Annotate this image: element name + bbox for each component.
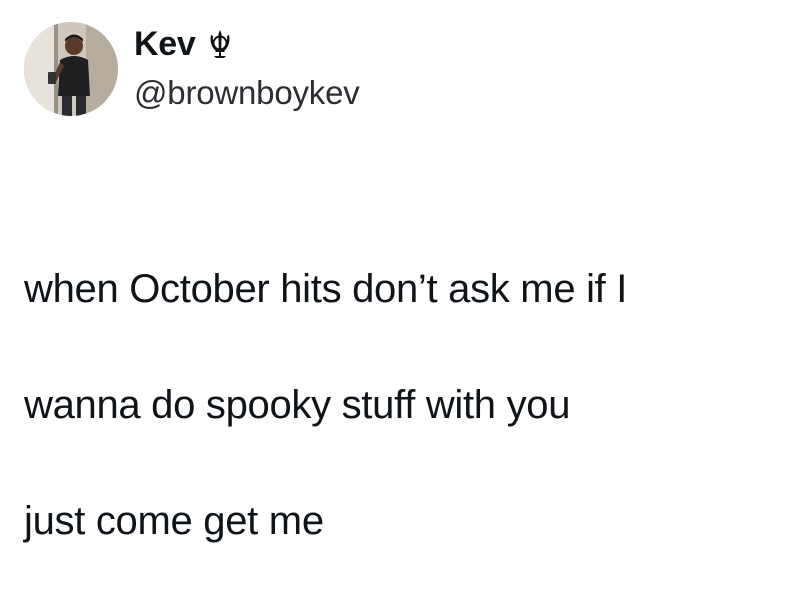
khanda-icon: [207, 29, 233, 59]
tweet-text-line: when October hits don’t ask me if I: [24, 267, 628, 311]
tweet-text-line: wanna do spooky stuff with you: [24, 383, 571, 427]
author-handle[interactable]: @brownboykev: [134, 76, 360, 109]
tweet-text: when October hits don’t ask me if I wann…: [24, 202, 784, 608]
profile-photo: [24, 22, 118, 116]
display-name[interactable]: Kev: [134, 27, 196, 61]
tweet-card: Kev @brownboykev when October hits don’t…: [0, 0, 800, 543]
author-name-row: Kev: [134, 22, 233, 66]
avatar[interactable]: [24, 22, 118, 116]
tweet-text-line: just come get me: [24, 499, 324, 543]
